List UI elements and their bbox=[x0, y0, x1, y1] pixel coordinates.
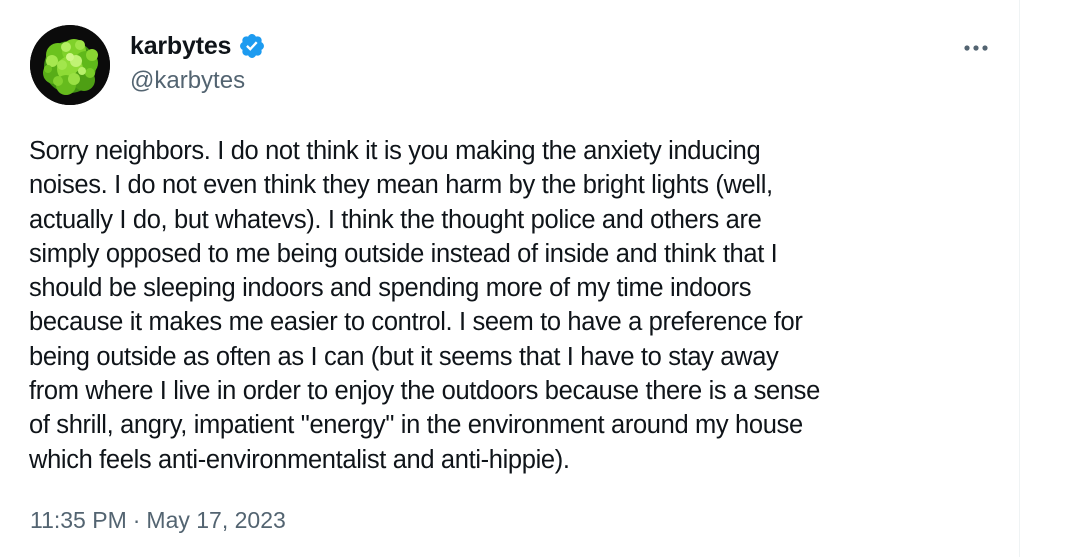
avatar[interactable] bbox=[30, 25, 110, 105]
tweet-page: karbytes @karbytes Sorry neighbors. I do… bbox=[0, 0, 1076, 557]
tweet-time[interactable]: 11:35 PM bbox=[30, 505, 127, 535]
tweet-date[interactable]: May 17, 2023 bbox=[146, 505, 285, 535]
tweet-text: Sorry neighbors. I do not think it is yo… bbox=[29, 137, 820, 474]
green-broccoli-avatar-icon bbox=[30, 25, 110, 105]
timestamp-separator: · bbox=[132, 507, 141, 533]
author-display-name[interactable]: karbytes bbox=[130, 30, 231, 62]
more-horizontal-icon bbox=[964, 45, 988, 51]
author-name-row: karbytes bbox=[130, 30, 266, 62]
column-divider bbox=[1019, 0, 1020, 557]
verified-badge-icon[interactable] bbox=[238, 32, 266, 60]
more-options-button[interactable] bbox=[956, 30, 996, 66]
author-handle[interactable]: @karbytes bbox=[130, 66, 245, 96]
timestamp-row: 11:35 PM · May 17, 2023 bbox=[30, 505, 286, 535]
